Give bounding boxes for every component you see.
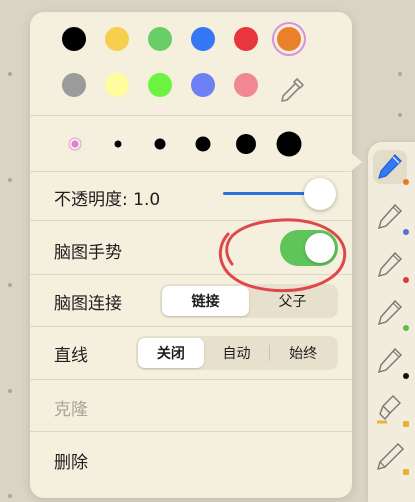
divider: [30, 326, 352, 327]
canvas-dot: [8, 178, 12, 182]
color-swatch-red[interactable]: [234, 27, 258, 51]
highlighter-icon: [377, 395, 401, 424]
tool-pen-black[interactable]: [373, 344, 409, 379]
tool-sidebar: [368, 142, 415, 502]
segment-parent-child[interactable]: 父子: [249, 286, 336, 316]
divider: [30, 379, 352, 380]
color-swatch-orange[interactable]: [277, 27, 301, 51]
pen-icon: [377, 203, 402, 230]
canvas-dot: [8, 283, 12, 287]
color-swatch-light-yellow[interactable]: [105, 73, 129, 97]
segment-link[interactable]: 链接: [162, 286, 249, 316]
segment-always[interactable]: 始终: [270, 338, 336, 368]
color-swatch-lime[interactable]: [148, 73, 172, 97]
segment-off[interactable]: 关闭: [138, 338, 204, 368]
canvas-dot: [8, 494, 12, 498]
mindmap-connect-segmented: 链接 父子: [160, 284, 338, 318]
divider: [30, 274, 352, 275]
straight-line-segmented: 关闭 自动 始终: [136, 336, 338, 370]
size-option-l[interactable]: [195, 136, 211, 152]
popover-arrow: [350, 152, 362, 172]
divider: [30, 220, 352, 221]
pen-icon: [377, 347, 402, 374]
divider: [30, 171, 352, 172]
pen-icon: [378, 154, 402, 179]
tool-highlighter[interactable]: [373, 392, 409, 427]
clone-action[interactable]: 克隆: [54, 395, 88, 420]
pen-icon: [377, 251, 402, 278]
color-swatch-yellow[interactable]: [105, 27, 129, 51]
mindmap-gesture-label: 脑图手势: [54, 243, 122, 263]
size-option-xs[interactable]: [71, 140, 79, 148]
pencil-icon: [376, 443, 404, 471]
color-swatch-gray[interactable]: [62, 73, 86, 97]
canvas-dot: [398, 72, 402, 76]
toggle-knob: [305, 233, 335, 263]
tool-pencil[interactable]: [373, 440, 409, 475]
tool-pen-red[interactable]: [373, 248, 409, 283]
tool-pen-green[interactable]: [373, 296, 409, 331]
color-swatch-blue[interactable]: [191, 27, 215, 51]
size-option-xl[interactable]: [236, 134, 256, 154]
canvas-dot: [8, 389, 12, 393]
size-option-m[interactable]: [154, 138, 166, 150]
canvas-dot: [8, 72, 12, 76]
tool-pen-orange[interactable]: [373, 150, 409, 185]
pen-settings-popover: 不透明度: 1.0 脑图手势 脑图连接 链接 父子 直线 关闭 自动 始终 克隆…: [30, 12, 352, 498]
mindmap-gesture-toggle[interactable]: [280, 230, 338, 266]
canvas-dot: [398, 113, 402, 117]
eyedropper-icon[interactable]: [277, 75, 307, 105]
color-swatch-black[interactable]: [62, 27, 86, 51]
divider: [30, 431, 352, 432]
color-swatch-pink[interactable]: [234, 73, 258, 97]
divider: [30, 115, 352, 116]
segment-auto[interactable]: 自动: [204, 338, 270, 368]
size-option-xxl[interactable]: [276, 131, 302, 157]
delete-action[interactable]: 删除: [54, 448, 88, 473]
tool-pen-blue[interactable]: [373, 200, 409, 235]
mindmap-connect-label: 脑图连接: [54, 294, 122, 314]
color-swatch-periwinkle[interactable]: [191, 73, 215, 97]
size-option-s[interactable]: [114, 140, 122, 148]
pen-icon: [377, 299, 402, 326]
opacity-slider-thumb[interactable]: [304, 178, 336, 210]
straight-line-label: 直线: [54, 346, 88, 366]
opacity-label: 不透明度: 1.0: [54, 190, 161, 210]
color-swatch-green[interactable]: [148, 27, 172, 51]
